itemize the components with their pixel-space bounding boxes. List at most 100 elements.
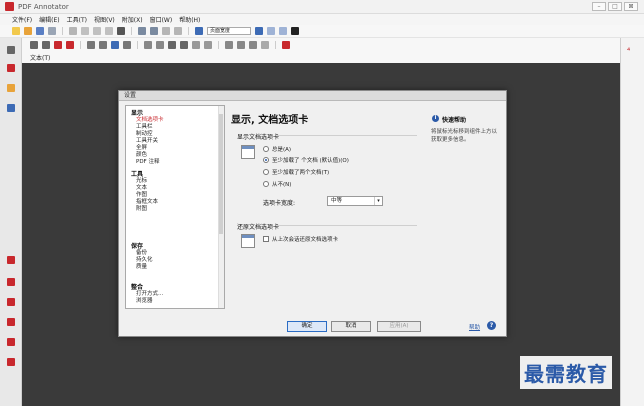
menu-file[interactable]: 文件(F)	[12, 15, 32, 24]
text-box-tool-icon[interactable]	[7, 318, 15, 326]
radio-at-least-one[interactable]: 至少加载了 个文档 (默认值)(O)	[263, 156, 349, 164]
tab-width-select[interactable]: 中等 ▾	[327, 196, 383, 206]
section-show-tabs: 显示文档选项卡	[237, 134, 280, 141]
nav-scroll-thumb[interactable]	[219, 114, 223, 234]
paste-icon[interactable]	[105, 27, 113, 35]
arrow-icon[interactable]	[156, 40, 164, 49]
menu-window[interactable]: 窗口(W)	[150, 15, 173, 24]
radio-label: 总是(A)	[272, 147, 292, 153]
pen-icon[interactable]	[87, 40, 95, 49]
radio-label: 至少加载了 个文档 (默认值)(O)	[272, 158, 349, 164]
tabs-preview-icon	[241, 145, 255, 159]
lasso-icon[interactable]	[204, 40, 212, 49]
image-icon[interactable]	[237, 40, 245, 49]
page-icon[interactable]	[174, 27, 182, 35]
link-tool-icon[interactable]	[7, 104, 15, 112]
radio-never[interactable]: 从不(N)	[263, 180, 291, 188]
camera-icon[interactable]	[225, 40, 233, 49]
folder-tool-icon[interactable]	[7, 84, 15, 92]
apply-button[interactable]: 应用(A)	[377, 321, 421, 332]
quick-help-text: 将鼠标光标移到组件上方以获取更多信息。	[431, 129, 498, 143]
page-icon[interactable]	[162, 27, 170, 35]
cursor-icon[interactable]	[30, 40, 38, 49]
tab-width-value: 中等	[331, 198, 343, 204]
help-link[interactable]: 帮助	[469, 323, 480, 331]
menu-help[interactable]: 帮助(H)	[179, 15, 200, 24]
highlighter-tool-icon[interactable]	[7, 278, 15, 286]
comment-icon[interactable]	[261, 40, 269, 49]
favorite-heart-icon[interactable]	[282, 40, 290, 49]
title-bar: PDF Annotator – □ ⊠	[0, 0, 644, 14]
select-icon[interactable]	[42, 40, 50, 49]
radio-button[interactable]	[263, 146, 269, 152]
doc-tab-text[interactable]: 文本(T)	[30, 53, 50, 62]
settings-nav-list[interactable]: 显示 文档选项卡 工具栏 制动控 工具开关 全屏 颜色 PDF 注释 工具 光标…	[125, 105, 225, 309]
section-restore-tabs: 还原文档选项卡	[237, 224, 280, 231]
document-tab-strip: 文本(T)	[0, 51, 644, 63]
help-circle-icon[interactable]: ?	[487, 321, 496, 330]
close-button[interactable]: ⊠	[624, 2, 638, 11]
radio-always[interactable]: 总是(A)	[263, 145, 291, 153]
pencil-tool-icon[interactable]	[7, 298, 15, 306]
brush-tool-icon[interactable]	[7, 358, 15, 366]
redo-icon[interactable]	[150, 27, 158, 35]
nav-scrollbar[interactable]	[218, 106, 224, 308]
undo-icon[interactable]	[138, 27, 146, 35]
annotation-marker-icon[interactable]: ⁴	[627, 46, 630, 55]
separator	[131, 27, 132, 35]
new-icon[interactable]	[12, 27, 20, 35]
copy-icon[interactable]	[93, 27, 101, 35]
menu-view[interactable]: 视图(V)	[94, 15, 115, 24]
heart-tool-icon[interactable]	[7, 256, 15, 264]
section-divider	[277, 225, 417, 226]
fullscreen-icon[interactable]	[291, 27, 299, 35]
stamp-tool-icon[interactable]	[7, 338, 15, 346]
nav-item-pdf-annotations[interactable]: PDF 注释	[136, 157, 159, 165]
zoom-combo[interactable]: 页面宽度	[207, 27, 251, 35]
quick-help-title: 快速帮助	[442, 117, 467, 124]
eraser-icon[interactable]	[192, 40, 200, 49]
rectangle-icon[interactable]	[168, 40, 176, 49]
text-tool-icon[interactable]	[111, 40, 119, 49]
radio-button[interactable]	[263, 169, 269, 175]
info-icon: i	[432, 115, 439, 122]
minimize-button[interactable]: –	[592, 2, 606, 11]
pen-tool-icon[interactable]	[7, 64, 15, 72]
find-icon[interactable]	[69, 27, 77, 35]
radio-button[interactable]	[263, 181, 269, 187]
magnifier-icon[interactable]	[66, 40, 74, 49]
stamp-icon[interactable]	[123, 40, 131, 49]
nav-item-browser[interactable]: 浏览器	[136, 296, 153, 304]
delete-icon[interactable]	[117, 27, 125, 35]
nav-item-quality[interactable]: 质量	[136, 262, 147, 270]
marker-icon[interactable]	[99, 40, 107, 49]
open-folder-icon[interactable]	[24, 27, 32, 35]
zoom-out-icon[interactable]	[195, 27, 203, 35]
ok-button[interactable]: 确定	[287, 321, 327, 332]
menu-edit[interactable]: 编辑(E)	[39, 15, 59, 24]
save-icon[interactable]	[36, 27, 44, 35]
menu-tools[interactable]: 工具(T)	[67, 15, 87, 24]
zoom-in-icon[interactable]	[255, 27, 263, 35]
right-panel: ⁴	[620, 38, 644, 406]
cut-icon[interactable]	[81, 27, 89, 35]
menu-extras[interactable]: 附加(X)	[122, 15, 143, 24]
print-icon[interactable]	[48, 27, 56, 35]
attach-icon[interactable]	[249, 40, 257, 49]
radio-button[interactable]	[263, 157, 269, 163]
radio-label: 至少加载了两个文档(T)	[272, 170, 330, 176]
nav-item-attachments[interactable]: 附图	[136, 204, 147, 212]
restore-checkbox-row[interactable]: 从上次会话还原文档选项卡	[263, 235, 338, 243]
ellipse-icon[interactable]	[180, 40, 188, 49]
heart-icon[interactable]	[54, 40, 62, 49]
restore-button[interactable]: □	[608, 2, 622, 11]
cancel-button[interactable]: 取消	[331, 321, 371, 332]
line-icon[interactable]	[144, 40, 152, 49]
separator	[62, 27, 63, 35]
arrow-tool-icon[interactable]	[7, 46, 15, 54]
fit-page-icon[interactable]	[267, 27, 275, 35]
restore-checkbox[interactable]	[263, 236, 269, 242]
radio-at-least-two[interactable]: 至少加载了两个文档(T)	[263, 168, 329, 176]
fit-width-icon[interactable]	[279, 27, 287, 35]
chevron-down-icon[interactable]: ▾	[374, 197, 382, 205]
